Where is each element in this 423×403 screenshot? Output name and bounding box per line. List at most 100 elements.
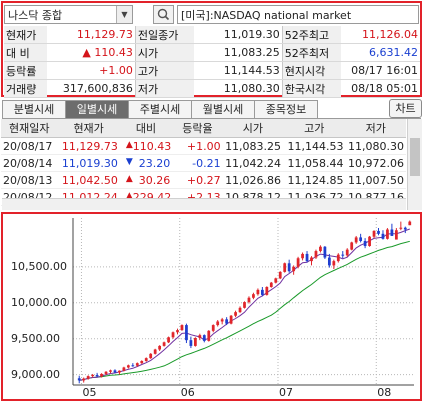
table-row[interactable]: 20/08/14 11,019.30 ▼ 23.20 -0.21 11,042.24 11,… <box>1 154 406 172</box>
moving-average-long <box>79 240 410 381</box>
candle-body <box>265 286 269 295</box>
y-tick-label: 10,000.00 <box>11 295 67 309</box>
change-value: 110.43 <box>132 139 172 153</box>
column-header[interactable]: 고가 <box>283 119 346 138</box>
candle-body <box>363 240 367 247</box>
candle-body <box>189 340 193 346</box>
candle-body <box>198 335 202 339</box>
quote-label: 등락률 <box>4 61 47 80</box>
column-header[interactable]: 등락율 <box>172 119 223 138</box>
change-cell: ▼ 23.20 <box>119 154 173 172</box>
candle-body <box>332 261 336 266</box>
tab-2[interactable]: 주별시세 <box>128 100 192 118</box>
change-cell: ▲ 110.43 <box>119 137 173 155</box>
quote-label: 52주최고 <box>281 26 341 44</box>
market-name: [미국]:NASDAQ national market <box>181 9 352 22</box>
column-header[interactable]: 시가 <box>222 119 284 138</box>
scrollbar-thumb[interactable] <box>410 138 420 176</box>
quote-panel: 나스닥 종합 ▼ [미국]:NASDAQ national market 현재가… <box>1 1 422 98</box>
candle-body <box>153 349 157 354</box>
tab-3[interactable]: 월별시세 <box>191 100 255 118</box>
quote-value: 08/18 05:01 <box>340 79 420 98</box>
column-header[interactable]: 저가 <box>345 119 406 138</box>
candle-body <box>220 319 224 322</box>
quote-value: 317,600,836 <box>46 79 136 98</box>
candle-body <box>126 365 130 368</box>
date-cell: 20/08/14 <box>1 154 58 172</box>
tab-4[interactable]: 종목정보 <box>254 100 318 118</box>
candle-body <box>314 251 318 258</box>
quote-value: +1.00 <box>46 61 136 80</box>
candle-body <box>158 345 162 350</box>
candle-body <box>113 370 117 373</box>
up-arrow-icon: ▲ <box>125 139 133 150</box>
column-header[interactable]: 대비 <box>119 119 173 138</box>
close-cell: 11,019.30 <box>57 154 120 172</box>
candle-body <box>86 376 90 379</box>
quote-table: 현재가 11,129.73 전일종가 11,019.30 52주최고 11,126.04 대… <box>4 26 420 98</box>
candle-body <box>207 330 211 341</box>
vertical-scrollbar[interactable] <box>407 119 422 210</box>
low-cell: 11,080.30 <box>345 137 406 155</box>
quote-value: 08/17 16:01 <box>340 61 420 80</box>
candle-body <box>359 237 363 241</box>
quote-label: 시가 <box>134 43 194 62</box>
change-value: 23.20 <box>138 156 171 170</box>
quote-label: 전일종가 <box>134 26 194 44</box>
candle-body <box>243 302 246 308</box>
quote-label: 대 비 <box>4 43 47 62</box>
search-row: 나스닥 종합 ▼ [미국]:NASDAQ national market <box>4 4 419 25</box>
candle-body <box>296 258 300 267</box>
high-cell: 11,124.85 <box>283 171 346 189</box>
candle-body <box>77 378 81 381</box>
quote-label: 거래량 <box>4 79 47 98</box>
candle-body <box>390 229 394 236</box>
candle-body <box>167 337 170 343</box>
stock-select[interactable]: 나스닥 종합 ▼ <box>4 5 133 24</box>
candle-body <box>377 230 380 234</box>
price-chart: 9,000.00 9,500.00 10,000.00 10,500.00 05 06 0… <box>1 212 422 401</box>
tab-0[interactable]: 분별시세 <box>2 100 66 118</box>
down-arrow-icon: ▼ <box>125 156 133 167</box>
candle-body <box>269 282 273 287</box>
candle-body <box>350 242 354 250</box>
candle-body <box>310 257 313 262</box>
chevron-down-icon[interactable]: ▼ <box>116 6 132 23</box>
x-tick-label: 07 <box>279 386 293 399</box>
tab-1[interactable]: 일별시세 <box>65 100 129 118</box>
candle-body <box>341 254 345 256</box>
open-cell: 11,026.86 <box>222 171 284 189</box>
table-row[interactable]: 20/08/17 11,129.73 ▲ 110.43 +1.00 11,083.25 11… <box>1 137 406 155</box>
quote-value: 11,083.25 <box>193 43 283 62</box>
quote-row: 거래량 317,600,836 저가 11,080.30 한국시각 08/18 05:01 <box>4 79 420 98</box>
candle-body <box>185 325 188 341</box>
candle-body <box>274 278 278 283</box>
candle-body <box>91 375 95 377</box>
candle-body <box>180 325 184 331</box>
candle-body <box>301 253 304 259</box>
quote-value: 11,080.30 <box>193 79 283 98</box>
open-cell: 11,042.24 <box>222 154 284 172</box>
candle-body <box>408 221 412 226</box>
search-button[interactable] <box>153 5 174 24</box>
quote-value: 11,019.30 <box>193 26 283 44</box>
candle-body <box>287 263 291 272</box>
candle-body <box>234 312 237 316</box>
table-row[interactable]: 20/08/13 11,042.50 ▲ 30.26 +0.27 11,026.86 11,… <box>1 171 406 189</box>
candle-body <box>354 237 358 243</box>
quote-value: 11,144.53 <box>193 61 283 80</box>
candle-body <box>140 361 144 364</box>
candle-body <box>403 227 407 230</box>
high-cell: 11,058.44 <box>283 154 346 172</box>
candle-body <box>399 227 403 229</box>
quote-label: 52주최저 <box>281 43 341 62</box>
rate-cell: +1.00 <box>172 137 223 155</box>
chart-button[interactable]: 차트 <box>389 99 422 118</box>
column-header[interactable]: 현재일자 <box>1 119 58 138</box>
candle-body <box>122 367 126 371</box>
column-header[interactable]: 현재가 <box>57 119 120 138</box>
candle-body <box>202 335 206 341</box>
horizontal-scrollbar[interactable] <box>2 198 406 210</box>
candle-body <box>368 236 371 247</box>
quote-value: ▲ 110.43 <box>46 43 136 62</box>
